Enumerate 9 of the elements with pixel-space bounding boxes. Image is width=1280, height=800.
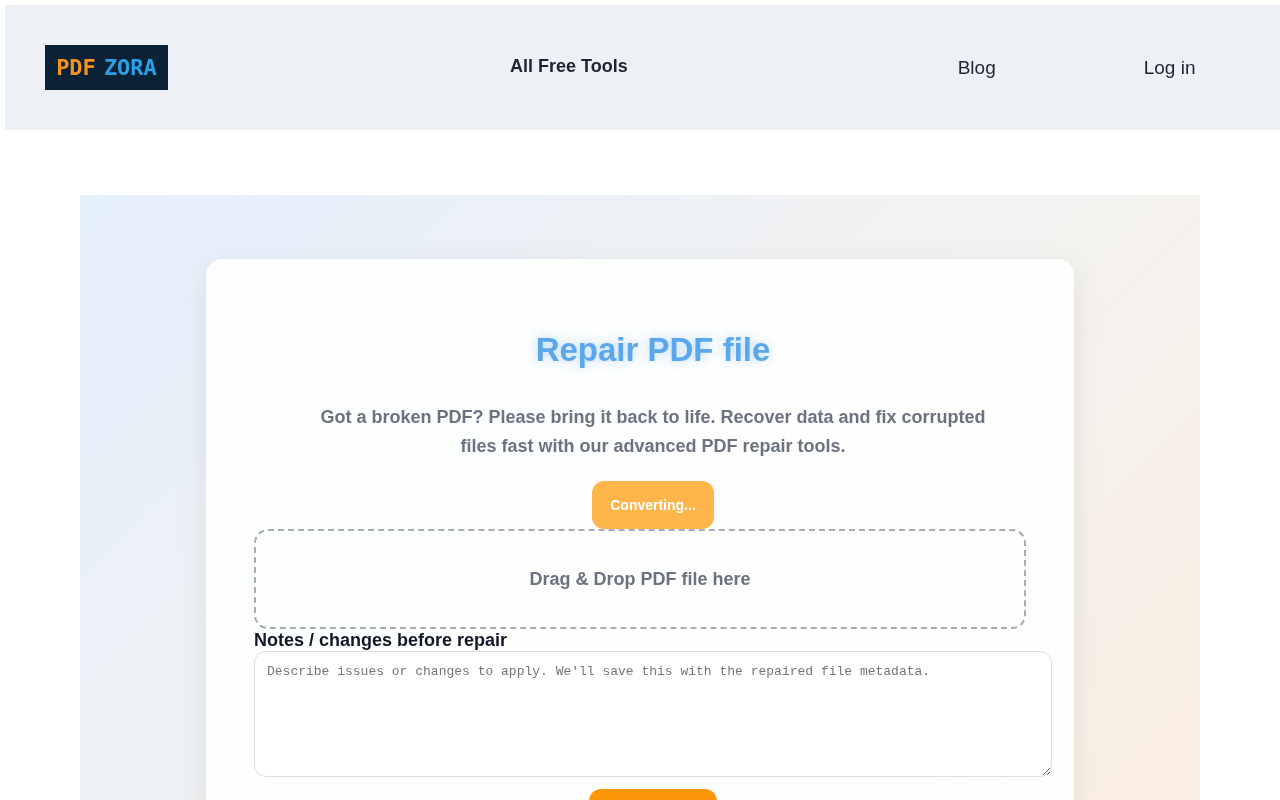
description-text: Got a broken PDF? Please bring it back to life. Recover data and fix corrupted files fast with our advanced PDF repair tools. <box>319 406 987 458</box>
notes-field[interactable]: Describe issues or changes to apply. We'll save this with the repaired file metadata. <box>254 651 1052 777</box>
drop-zone[interactable]: Drag & Drop PDF file here <box>254 529 1026 629</box>
logo[interactable]: PDF ZORA <box>45 45 168 90</box>
nav-link[interactable]: Blog <box>957 56 996 79</box>
notes-label: Notes / changes before repair <box>254 630 508 651</box>
nav-link[interactable]: All Free Tools <box>510 55 628 77</box>
page-title: Repair PDF file <box>535 331 771 369</box>
nav-link[interactable]: Log in <box>1143 56 1196 79</box>
